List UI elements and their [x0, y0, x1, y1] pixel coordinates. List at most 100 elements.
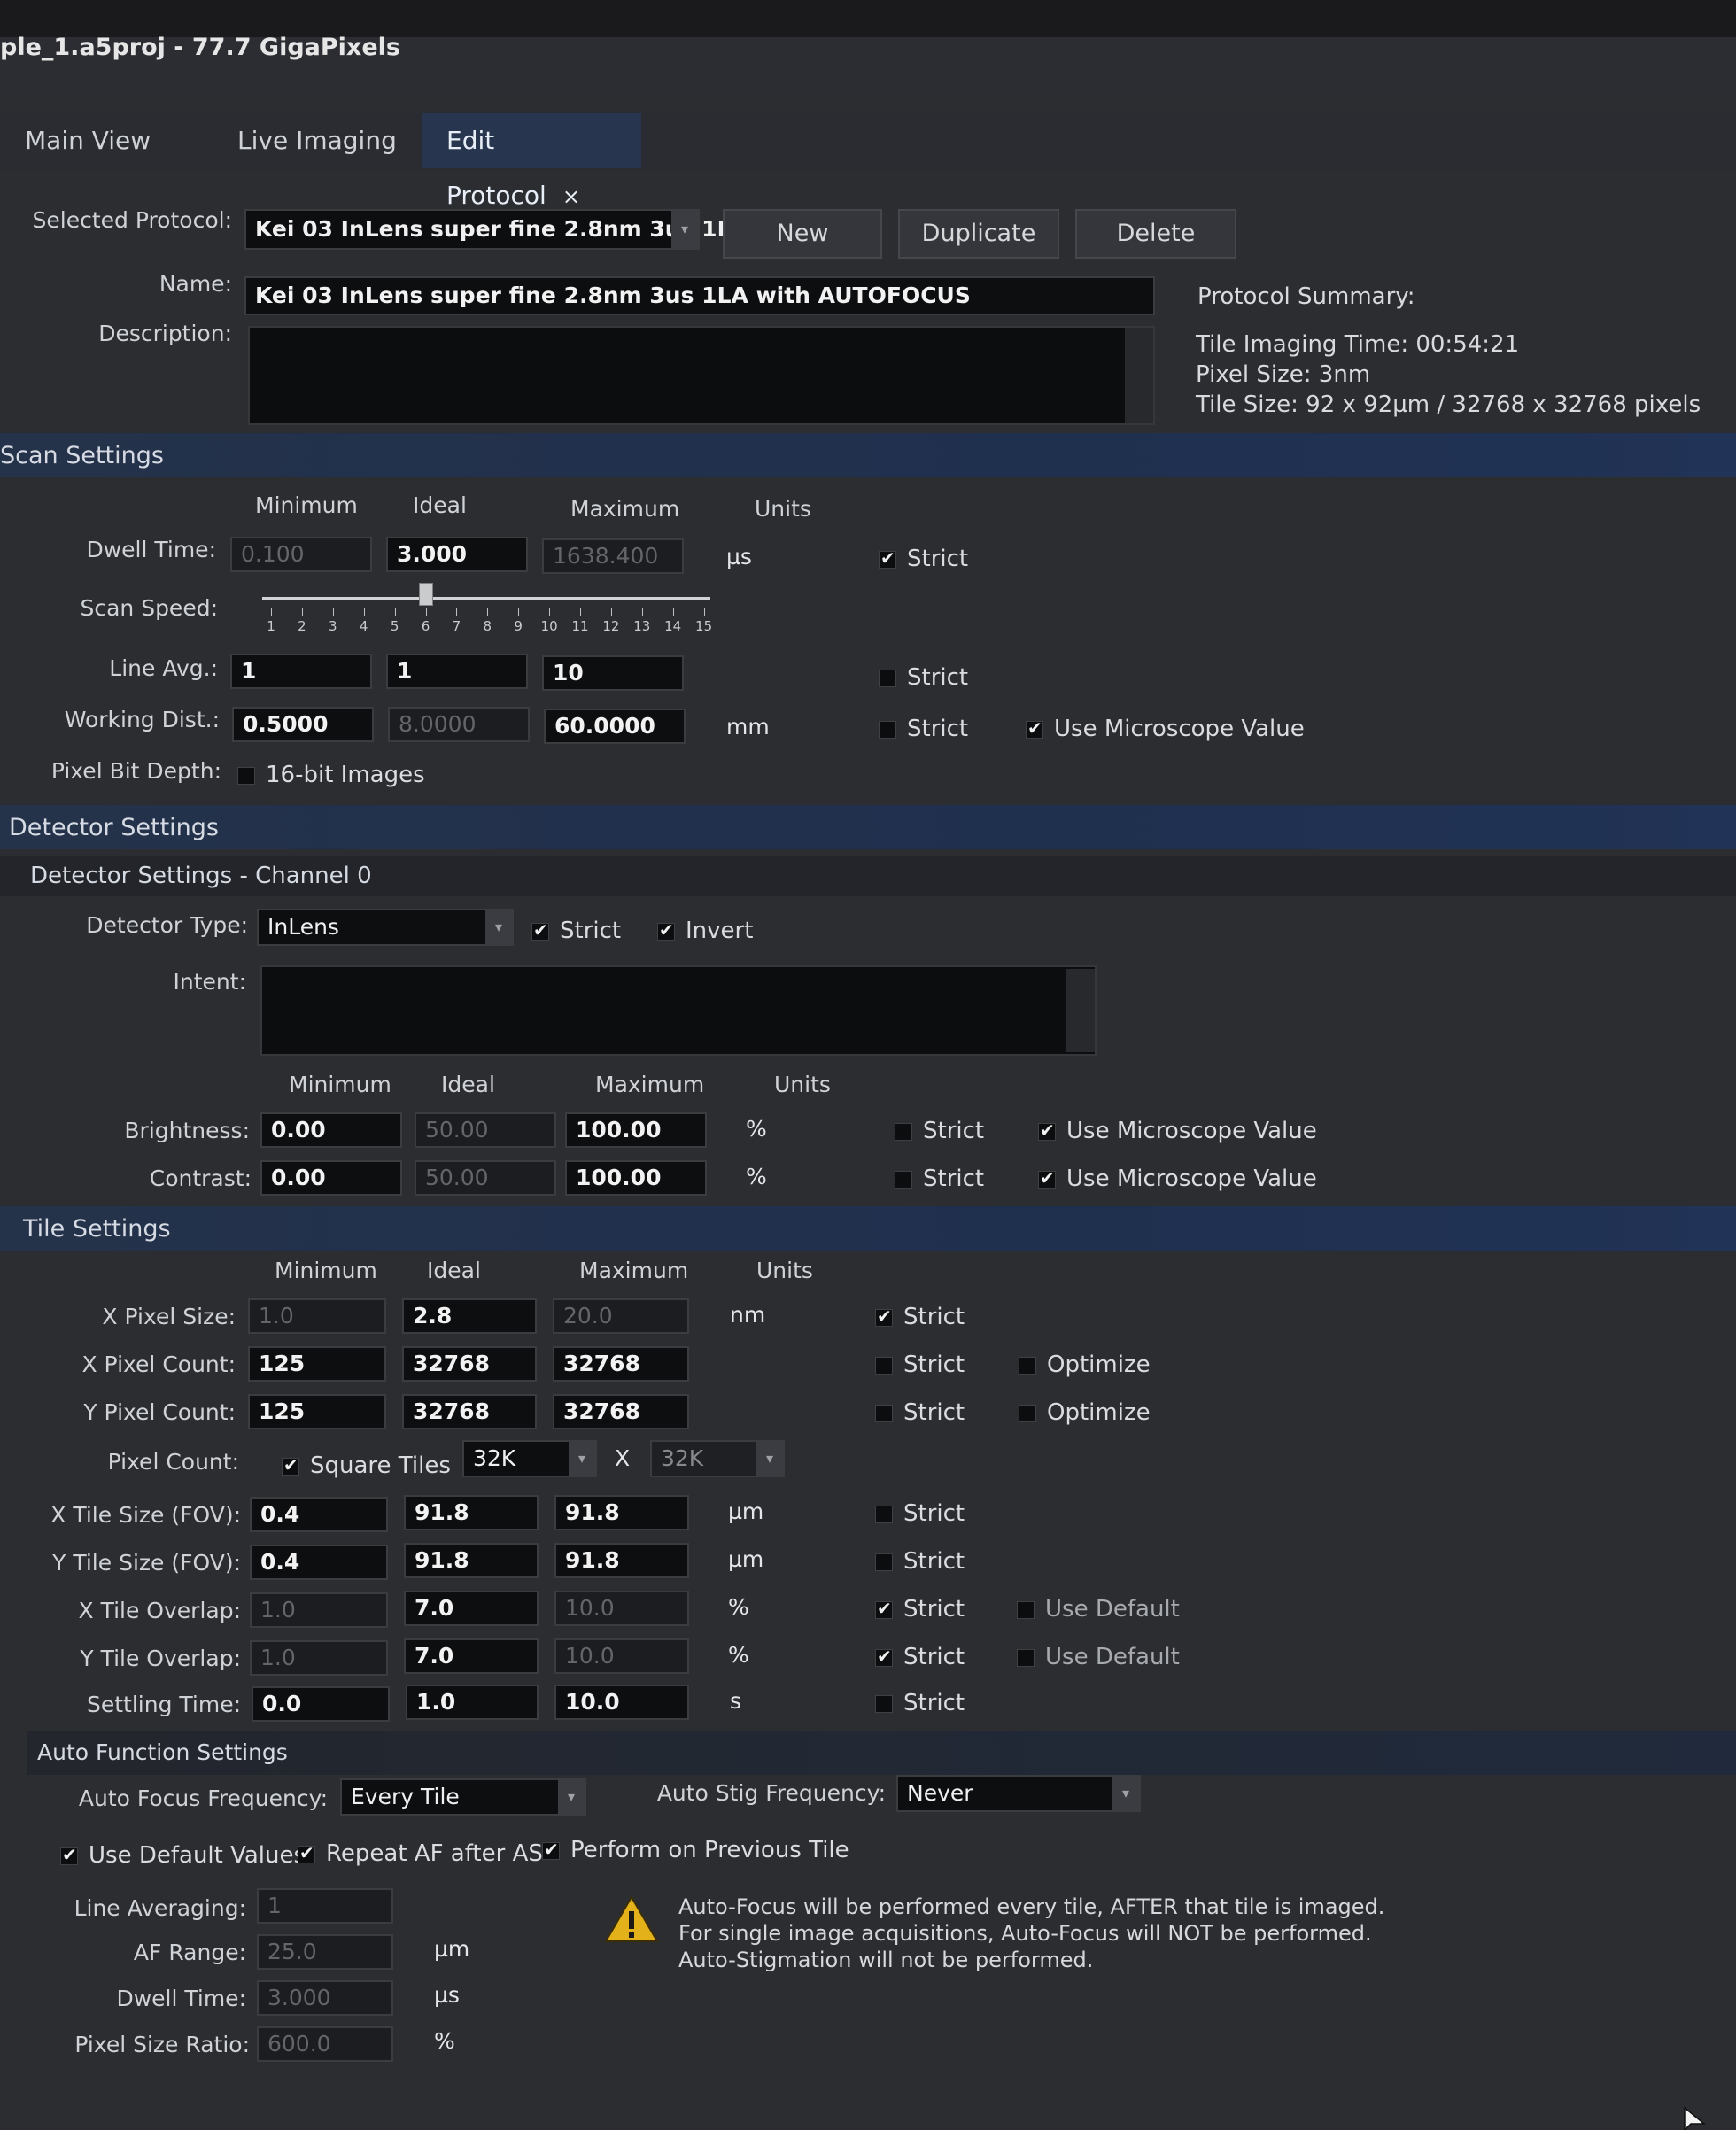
- y-overlap-ideal-input[interactable]: 7.0: [404, 1638, 539, 1674]
- settling-strict-checkbox[interactable]: Strict: [875, 1690, 965, 1716]
- intent-textarea[interactable]: [260, 965, 1097, 1056]
- 16bit-checkbox[interactable]: 16-bit Images: [237, 762, 425, 788]
- x-pixel-count-ideal-input[interactable]: 32768: [402, 1346, 537, 1382]
- af-line-avg-label: Line Averaging:: [74, 1895, 246, 1921]
- settling-max-input[interactable]: 10.0: [554, 1685, 689, 1720]
- y-overlap-strict-checkbox[interactable]: Strict: [875, 1644, 965, 1670]
- selected-protocol-dropdown[interactable]: Kei 03 InLens super fine 2.8nm 3us 1LA ▾: [244, 209, 748, 250]
- wd-use-microscope-checkbox[interactable]: Use Microscope Value: [1026, 716, 1305, 742]
- tile-col-header-minimum: Minimum: [275, 1258, 377, 1283]
- name-input[interactable]: Kei 03 InLens super fine 2.8nm 3us 1LA w…: [244, 276, 1155, 315]
- line-avg-strict-checkbox[interactable]: Strict: [879, 664, 968, 691]
- brightness-strict-checkbox[interactable]: Strict: [895, 1118, 984, 1144]
- settling-min-input[interactable]: 0.0: [252, 1686, 390, 1722]
- wd-ideal-input[interactable]: 8.0000: [388, 707, 530, 742]
- y-tile-size-max-input[interactable]: 91.8: [554, 1543, 689, 1578]
- x-pixel-size-max-input[interactable]: 20.0: [553, 1298, 689, 1334]
- x-overlap-ideal-input[interactable]: 7.0: [404, 1591, 539, 1626]
- detector-strict-checkbox[interactable]: Strict: [531, 918, 621, 944]
- detector-settings-title: Detector Settings: [9, 814, 219, 841]
- y-overlap-min-input[interactable]: 1.0: [250, 1640, 388, 1676]
- wd-strict-checkbox[interactable]: Strict: [879, 716, 968, 742]
- invert-checkbox[interactable]: Invert: [657, 918, 753, 944]
- dwell-strict-checkbox[interactable]: Strict: [879, 546, 968, 572]
- line-avg-max-input[interactable]: 10: [542, 655, 684, 691]
- brightness-ideal-input[interactable]: 50.00: [415, 1112, 556, 1148]
- scan-speed-slider[interactable]: 1 2 3 4 5 6 7 8 9 10 11 12 13 14 15: [262, 576, 712, 638]
- description-textarea[interactable]: [248, 326, 1155, 425]
- y-overlap-use-default-checkbox[interactable]: Use Default: [1017, 1644, 1180, 1670]
- y-tile-size-min-input[interactable]: 0.4: [250, 1545, 388, 1580]
- checkbox-icon: [875, 1305, 893, 1327]
- x-pixel-count-max-input[interactable]: 32768: [553, 1346, 689, 1382]
- pixel-count-y-dropdown[interactable]: 32K ▾: [650, 1440, 785, 1477]
- contrast-use-microscope-checkbox[interactable]: Use Microscope Value: [1038, 1166, 1317, 1192]
- brightness-use-microscope-checkbox[interactable]: Use Microscope Value: [1038, 1118, 1317, 1144]
- x-overlap-strict-checkbox[interactable]: Strict: [875, 1596, 965, 1623]
- wd-max-input[interactable]: 60.0000: [544, 709, 686, 744]
- line-avg-ideal-input[interactable]: 1: [386, 654, 528, 689]
- x-tile-size-ideal-input[interactable]: 91.8: [404, 1495, 539, 1530]
- slider-tick: [394, 608, 396, 616]
- af-dwell-input[interactable]: 3.000: [257, 1980, 393, 2016]
- slider-tick: [332, 608, 334, 616]
- tab-main-view[interactable]: Main View: [0, 113, 175, 168]
- af-range-input[interactable]: 25.0: [257, 1934, 393, 1970]
- dwell-ideal-input[interactable]: 3.000: [386, 537, 528, 572]
- x-pixel-count-optimize-checkbox[interactable]: Optimize: [1019, 1352, 1151, 1378]
- x-pixel-size-strict-checkbox[interactable]: Strict: [875, 1304, 965, 1330]
- x-pixel-size-min-input[interactable]: 1.0: [248, 1298, 386, 1334]
- use-default-values-checkbox[interactable]: Use Default Values: [60, 1842, 306, 1869]
- y-pixel-count-min-input[interactable]: 125: [248, 1394, 386, 1429]
- new-button[interactable]: New: [723, 209, 882, 259]
- af-frequency-dropdown[interactable]: Every Tile ▾: [340, 1778, 586, 1816]
- y-pixel-count-max-input[interactable]: 32768: [553, 1394, 689, 1429]
- y-pixel-count-strict-checkbox[interactable]: Strict: [875, 1399, 965, 1426]
- repeat-af-checkbox[interactable]: Repeat AF after AS: [298, 1840, 543, 1867]
- description-scrollbar[interactable]: [1125, 328, 1153, 423]
- tab-edit-protocol[interactable]: Edit Protocol ×: [422, 113, 641, 210]
- x-overlap-min-input[interactable]: 1.0: [250, 1592, 388, 1628]
- duplicate-button[interactable]: Duplicate: [898, 209, 1059, 259]
- contrast-min-input[interactable]: 0.00: [260, 1160, 402, 1196]
- y-pixel-count-label: Y Pixel Count:: [83, 1399, 236, 1425]
- contrast-strict-checkbox[interactable]: Strict: [895, 1166, 984, 1192]
- line-avg-min-input[interactable]: 1: [230, 654, 372, 689]
- contrast-ideal-input[interactable]: 50.00: [415, 1160, 556, 1196]
- y-pixel-count-optimize-checkbox[interactable]: Optimize: [1019, 1399, 1151, 1426]
- y-tile-size-ideal-input[interactable]: 91.8: [404, 1543, 539, 1578]
- x-pixel-count-min-input[interactable]: 125: [248, 1346, 386, 1382]
- y-overlap-max-input[interactable]: 10.0: [554, 1638, 689, 1674]
- detector-type-dropdown[interactable]: InLens ▾: [257, 909, 514, 946]
- dwell-min-input[interactable]: 0.100: [230, 537, 372, 572]
- x-overlap-max-input[interactable]: 10.0: [554, 1591, 689, 1626]
- perform-previous-tile-checkbox[interactable]: Perform on Previous Tile: [542, 1837, 849, 1863]
- slider-thumb[interactable]: [418, 583, 433, 606]
- stig-frequency-dropdown[interactable]: Never ▾: [896, 1775, 1141, 1812]
- delete-button[interactable]: Delete: [1075, 209, 1236, 259]
- settling-ideal-input[interactable]: 1.0: [406, 1685, 539, 1720]
- x-pixel-count-strict-checkbox[interactable]: Strict: [875, 1352, 965, 1378]
- close-tab-icon[interactable]: ×: [562, 184, 580, 209]
- x-tile-size-strict-checkbox[interactable]: Strict: [875, 1500, 965, 1527]
- dwell-max-input[interactable]: 1638.400: [542, 538, 684, 574]
- brightness-min-input[interactable]: 0.00: [260, 1112, 402, 1148]
- x-tile-size-min-input[interactable]: 0.4: [250, 1497, 388, 1532]
- brightness-max-input[interactable]: 100.00: [565, 1112, 707, 1148]
- intent-scrollbar[interactable]: [1066, 969, 1095, 1052]
- tab-live-imaging[interactable]: Live Imaging: [213, 113, 422, 168]
- square-tiles-checkbox[interactable]: Square Tiles: [282, 1452, 451, 1479]
- pixel-count-x-dropdown[interactable]: 32K ▾: [462, 1440, 597, 1477]
- y-tile-size-strict-checkbox[interactable]: Strict: [875, 1548, 965, 1575]
- chevron-down-icon: ▾: [485, 910, 512, 944]
- y-tile-size-label: Y Tile Size (FOV):: [52, 1550, 241, 1576]
- pixel-size-ratio-input[interactable]: 600.0: [257, 2026, 393, 2062]
- af-line-avg-input[interactable]: 1: [257, 1888, 393, 1924]
- auto-function-title: Auto Function Settings: [37, 1739, 288, 1765]
- x-tile-size-max-input[interactable]: 91.8: [554, 1495, 689, 1530]
- wd-min-input[interactable]: 0.5000: [232, 707, 374, 742]
- x-overlap-use-default-checkbox[interactable]: Use Default: [1017, 1596, 1180, 1623]
- y-pixel-count-ideal-input[interactable]: 32768: [402, 1394, 537, 1429]
- x-pixel-size-ideal-input[interactable]: 2.8: [402, 1298, 537, 1334]
- contrast-max-input[interactable]: 100.00: [565, 1160, 707, 1196]
